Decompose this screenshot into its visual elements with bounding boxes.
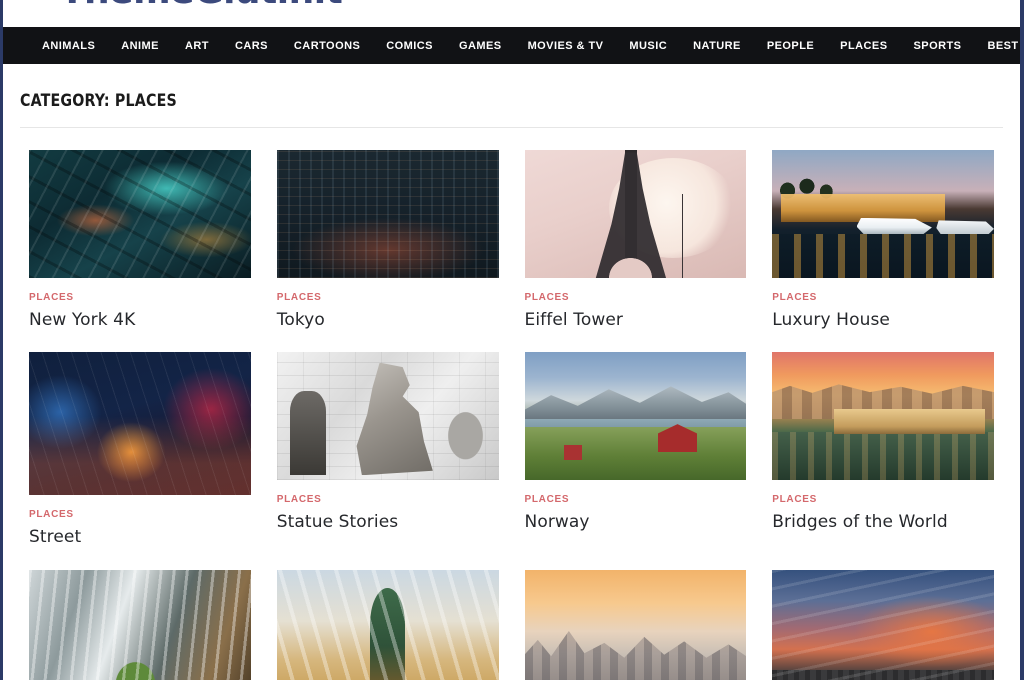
nav-item-anime[interactable]: ANIME [108, 40, 172, 52]
post-category-label[interactable]: PLACES [525, 494, 747, 505]
post-card[interactable] [759, 569, 1007, 680]
post-card[interactable]: PLACES Tokyo [264, 150, 512, 330]
post-title[interactable]: Norway [525, 512, 747, 532]
site-header: ThemeGlutinit [3, 0, 1020, 27]
nav-item-comics[interactable]: COMICS [373, 40, 446, 52]
post-card[interactable]: PLACES Norway [512, 352, 760, 547]
post-category-label[interactable]: PLACES [29, 292, 251, 303]
nav-item-games[interactable]: GAMES [446, 40, 515, 52]
nav-item-art[interactable]: ART [172, 40, 222, 52]
page-frame: ThemeGlutinit ANIMALS ANIME ART CARS CAR… [0, 0, 1024, 680]
photo-eiffel-tower [524, 150, 747, 278]
photo-cathedral-dome [276, 569, 499, 680]
post-category-label[interactable]: PLACES [772, 494, 994, 505]
post-thumbnail-new-york-4k[interactable] [29, 150, 251, 278]
post-card[interactable] [512, 569, 760, 680]
photo-statue-stories [276, 352, 499, 481]
photo-norway [524, 352, 747, 481]
photo-waterfall [29, 569, 251, 680]
site-logo-text: ThemeGlutinit [60, 0, 343, 14]
post-card[interactable]: PLACES Eiffel Tower [512, 150, 760, 330]
nav-item-best-themes[interactable]: BEST THEMES [974, 40, 1020, 52]
post-title[interactable]: Luxury House [772, 310, 994, 330]
nav-list: ANIMALS ANIME ART CARS CARTOONS COMICS G… [29, 40, 1020, 52]
post-thumbnail-eiffel-tower[interactable] [524, 150, 747, 278]
post-category-label[interactable]: PLACES [772, 292, 994, 303]
nav-item-places[interactable]: PLACES [827, 40, 900, 52]
photo-new-york-4k [29, 150, 251, 278]
nav-item-cars[interactable]: CARS [222, 40, 281, 52]
post-category-label[interactable]: PLACES [525, 292, 747, 303]
post-card[interactable] [16, 569, 264, 680]
post-category-label[interactable]: PLACES [277, 494, 499, 505]
post-thumbnail-bridges-of-the-world[interactable] [772, 352, 994, 481]
post-title[interactable]: Tokyo [277, 310, 499, 330]
main-navigation: ANIMALS ANIME ART CARS CARTOONS COMICS G… [3, 27, 1020, 64]
post-thumbnail-norway[interactable] [524, 352, 747, 481]
main-content: CATEGORY: PLACES PLACES New York 4K PLAC… [3, 64, 1020, 680]
post-thumbnail[interactable] [772, 569, 994, 680]
post-category-label[interactable]: PLACES [277, 292, 499, 303]
post-category-label[interactable]: PLACES [29, 509, 251, 520]
nav-item-people[interactable]: PEOPLE [754, 40, 827, 52]
photo-luxury-house [772, 150, 994, 278]
post-card[interactable] [264, 569, 512, 680]
post-thumbnail-street[interactable] [29, 352, 251, 496]
photo-city-skyline [524, 569, 747, 680]
post-card[interactable]: PLACES Statue Stories [264, 352, 512, 547]
post-thumbnail-statue-stories[interactable] [276, 352, 499, 481]
nav-item-animals[interactable]: ANIMALS [29, 40, 108, 52]
post-card[interactable]: PLACES New York 4K [16, 150, 264, 330]
post-title[interactable]: Statue Stories [277, 512, 499, 532]
nav-item-cartoons[interactable]: CARTOONS [281, 40, 373, 52]
post-title[interactable]: Street [29, 527, 251, 547]
post-thumbnail-tokyo[interactable] [276, 150, 499, 278]
photo-sunset-sky [772, 569, 994, 680]
photo-tokyo [276, 150, 499, 278]
nav-item-movies-tv[interactable]: MOVIES & TV [515, 40, 617, 52]
post-title[interactable]: Bridges of the World [772, 512, 994, 532]
post-title[interactable]: Eiffel Tower [525, 310, 747, 330]
post-thumbnail[interactable] [524, 569, 747, 680]
nav-item-sports[interactable]: SPORTS [901, 40, 975, 52]
post-grid: PLACES New York 4K PLACES Tokyo PLACES E… [16, 128, 1007, 680]
page-title: CATEGORY: PLACES [20, 91, 177, 111]
post-thumbnail[interactable] [29, 569, 251, 680]
post-title[interactable]: New York 4K [29, 310, 251, 330]
nav-item-nature[interactable]: NATURE [680, 40, 754, 52]
site-logo[interactable]: ThemeGlutinit [60, 0, 343, 14]
nav-item-music[interactable]: MUSIC [616, 40, 680, 52]
post-card[interactable]: PLACES Bridges of the World [759, 352, 1007, 547]
post-card[interactable]: PLACES Luxury House [759, 150, 1007, 330]
post-thumbnail[interactable] [276, 569, 499, 680]
photo-bridges-of-the-world [772, 352, 994, 481]
post-card[interactable]: PLACES Street [16, 352, 264, 547]
post-thumbnail-luxury-house[interactable] [772, 150, 994, 278]
photo-street [29, 352, 251, 496]
